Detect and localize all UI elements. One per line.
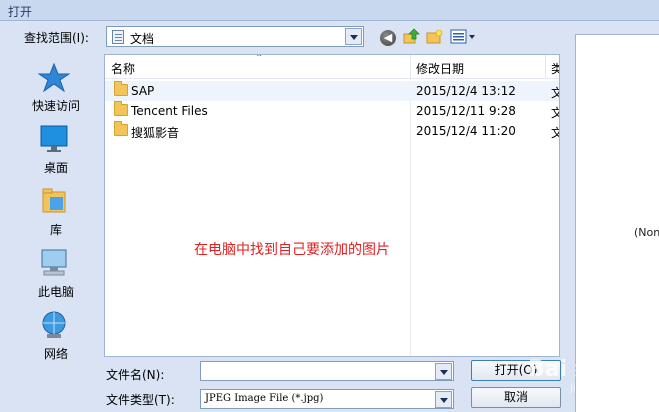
star-icon xyxy=(38,62,70,92)
sort-ascending-icon: ⌃ xyxy=(255,54,264,64)
lookin-value: 文档 xyxy=(130,32,155,46)
file-row[interactable]: 搜狐影音 2015/12/4 11:20 文 xyxy=(105,121,559,141)
preview-placeholder: (Non xyxy=(634,226,659,239)
desktop-icon xyxy=(40,125,68,152)
filename-field[interactable] xyxy=(200,361,454,381)
filename-chevron-down-icon[interactable] xyxy=(435,363,452,380)
place-label: 库 xyxy=(49,223,62,237)
file-type: 文 xyxy=(551,124,559,141)
file-name: SAP xyxy=(131,84,155,98)
documents-icon xyxy=(112,30,124,44)
new-folder-icon[interactable] xyxy=(426,29,443,44)
library-icon xyxy=(42,188,66,213)
place-library[interactable]: 库 xyxy=(6,186,98,246)
window-title: 打开 xyxy=(0,0,659,20)
column-header: ⌃ 名称 修改日期 类 xyxy=(105,54,559,79)
file-date: 2015/12/4 13:12 xyxy=(416,84,516,98)
back-arrow-icon[interactable]: ◀ xyxy=(380,30,396,46)
place-label: 网络 xyxy=(43,347,68,361)
filetype-value: JPEG Image File (*.jpg) xyxy=(205,393,324,404)
filetype-chevron-down-icon[interactable] xyxy=(435,391,452,408)
watermark-main: Bai 经验 xyxy=(528,357,619,382)
file-name: Tencent Files xyxy=(131,104,208,118)
place-label: 快速访问 xyxy=(31,99,80,113)
column-divider[interactable] xyxy=(545,55,546,79)
file-list[interactable]: ⌃ 名称 修改日期 类 SAP 2015/12/4 13:12 文 Tencen… xyxy=(104,54,560,357)
file-row[interactable]: Tencent Files 2015/12/11 9:28 文 xyxy=(105,101,559,121)
file-type: 文 xyxy=(551,104,559,121)
place-quick-access[interactable]: 快速访问 xyxy=(6,62,98,122)
lookin-chevron-down-icon[interactable] xyxy=(345,28,362,45)
filetype-label: 文件类型(T): xyxy=(106,393,175,407)
place-this-pc[interactable]: 此电脑 xyxy=(6,248,98,308)
filename-label: 文件名(N): xyxy=(106,368,165,382)
watermark-sub: jingyan.baidu.com xyxy=(570,383,659,394)
file-date: 2015/12/11 9:28 xyxy=(416,104,516,118)
view-menu-icon[interactable] xyxy=(450,29,476,44)
place-label: 此电脑 xyxy=(37,285,74,299)
folder-icon xyxy=(114,121,128,136)
place-network[interactable]: 网络 xyxy=(6,310,98,370)
filetype-dropdown[interactable]: JPEG Image File (*.jpg) xyxy=(200,389,454,409)
column-name[interactable]: 名称 xyxy=(111,60,135,77)
file-type: 文 xyxy=(551,84,559,101)
folder-icon xyxy=(114,81,128,96)
lookin-label: 查找范围(I): xyxy=(24,31,89,45)
computer-icon xyxy=(41,249,67,276)
up-folder-icon[interactable] xyxy=(403,28,420,45)
filename-input[interactable] xyxy=(205,365,433,378)
folder-icon xyxy=(114,101,128,116)
column-divider[interactable] xyxy=(410,55,411,79)
open-dialog: 查找范围(I): 文档 ◀ 快速访问 桌面 库 此电脑 网络 ⌃ 名称 修改日期… xyxy=(0,20,659,412)
network-icon xyxy=(42,311,66,338)
file-row[interactable]: SAP 2015/12/4 13:12 文 xyxy=(105,81,559,101)
lookin-dropdown[interactable]: 文档 xyxy=(106,26,364,47)
file-date: 2015/12/4 11:20 xyxy=(416,124,516,138)
file-name: 搜狐影音 xyxy=(131,126,180,140)
instruction-annotation: 在电脑中找到自己要添加的图片 xyxy=(194,242,390,258)
places-bar: 快速访问 桌面 库 此电脑 网络 xyxy=(6,54,98,361)
place-label: 桌面 xyxy=(43,161,68,175)
column-date[interactable]: 修改日期 xyxy=(416,60,464,77)
baidu-watermark: Bai 经验 jingyan.baidu.com xyxy=(528,351,659,401)
column-type[interactable]: 类 xyxy=(551,60,559,77)
place-desktop[interactable]: 桌面 xyxy=(6,124,98,184)
